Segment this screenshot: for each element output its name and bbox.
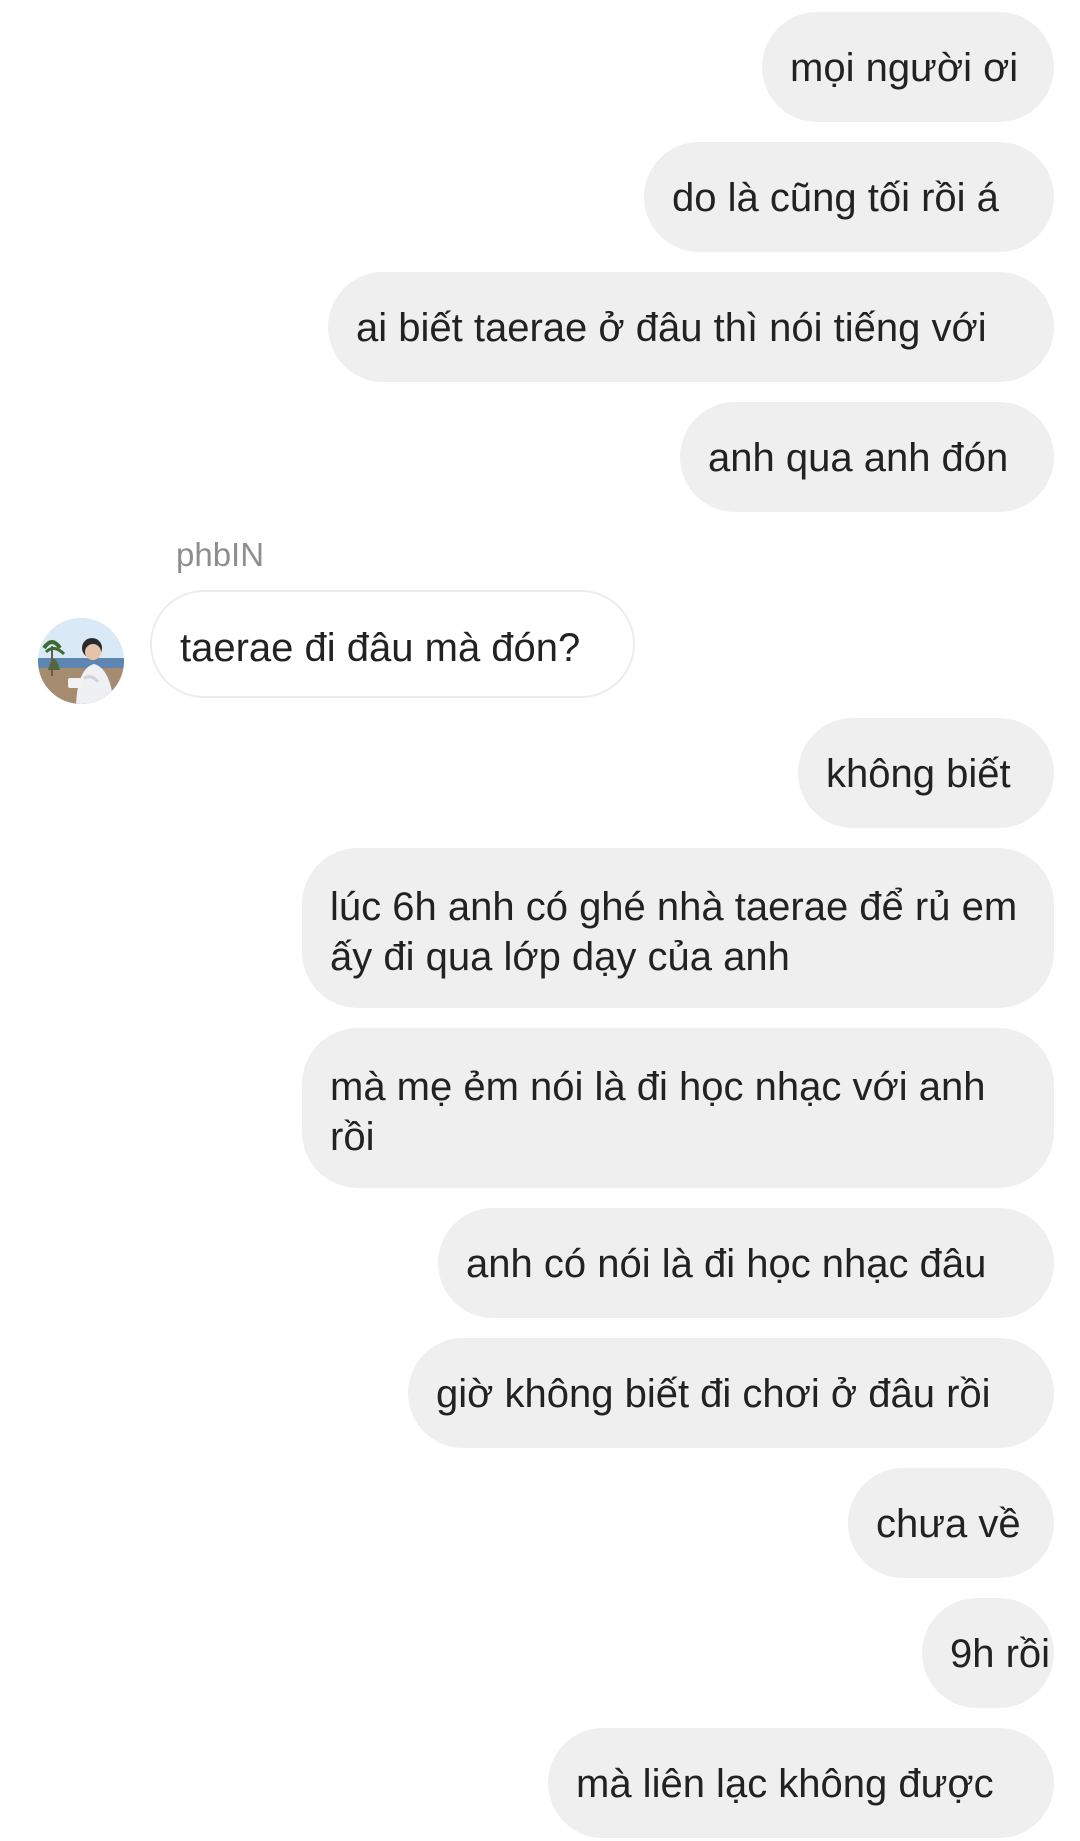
message-text: chưa về <box>876 1502 1021 1546</box>
message-text: giờ không biết đi chơi ở đâu rồi <box>436 1372 991 1416</box>
outgoing-message[interactable]: anh qua anh đón <box>680 402 1054 512</box>
message-text: anh có nói là đi học nhạc đâu <box>466 1242 987 1286</box>
message-text: do là cũng tối rồi á <box>672 176 999 220</box>
incoming-message[interactable]: taerae đi đâu mà đón? <box>150 590 635 698</box>
message-text: anh qua anh đón <box>708 436 1009 480</box>
avatar[interactable] <box>38 618 124 704</box>
message-text: không biết <box>826 752 1011 796</box>
message-text: mọi người ơi <box>790 46 1019 90</box>
message-text: 9h rồi <box>950 1632 1051 1676</box>
profile-photo-icon <box>38 618 124 704</box>
outgoing-message[interactable]: giờ không biết đi chơi ở đâu rồi <box>408 1338 1054 1448</box>
message-text: mà liên lạc không được <box>576 1762 994 1806</box>
message-text: mà mẹ ẻm nói là đi học nhạc với anh rồi <box>330 1065 986 1159</box>
outgoing-message[interactable]: anh có nói là đi học nhạc đâu <box>438 1208 1054 1318</box>
outgoing-message[interactable]: mọi người ơi <box>762 12 1054 122</box>
outgoing-message[interactable]: mà liên lạc không được <box>548 1728 1054 1838</box>
outgoing-message[interactable]: lúc 6h anh có ghé nhà taerae để rủ em ấy… <box>302 848 1054 1008</box>
outgoing-message[interactable]: do là cũng tối rồi á <box>644 142 1054 252</box>
message-text: lúc 6h anh có ghé nhà taerae để rủ em ấy… <box>330 885 1018 979</box>
message-text: ai biết taerae ở đâu thì nói tiếng với <box>356 306 987 350</box>
outgoing-message[interactable]: 9h rồi <box>922 1598 1054 1708</box>
outgoing-message[interactable]: chưa về <box>848 1468 1054 1578</box>
outgoing-message[interactable]: mà mẹ ẻm nói là đi học nhạc với anh rồi <box>302 1028 1054 1188</box>
outgoing-message[interactable]: ai biết taerae ở đâu thì nói tiếng với <box>328 272 1054 382</box>
outgoing-message[interactable]: không biết <box>798 718 1054 828</box>
message-text: taerae đi đâu mà đón? <box>180 626 581 670</box>
sender-name: phbIN <box>176 536 265 573</box>
